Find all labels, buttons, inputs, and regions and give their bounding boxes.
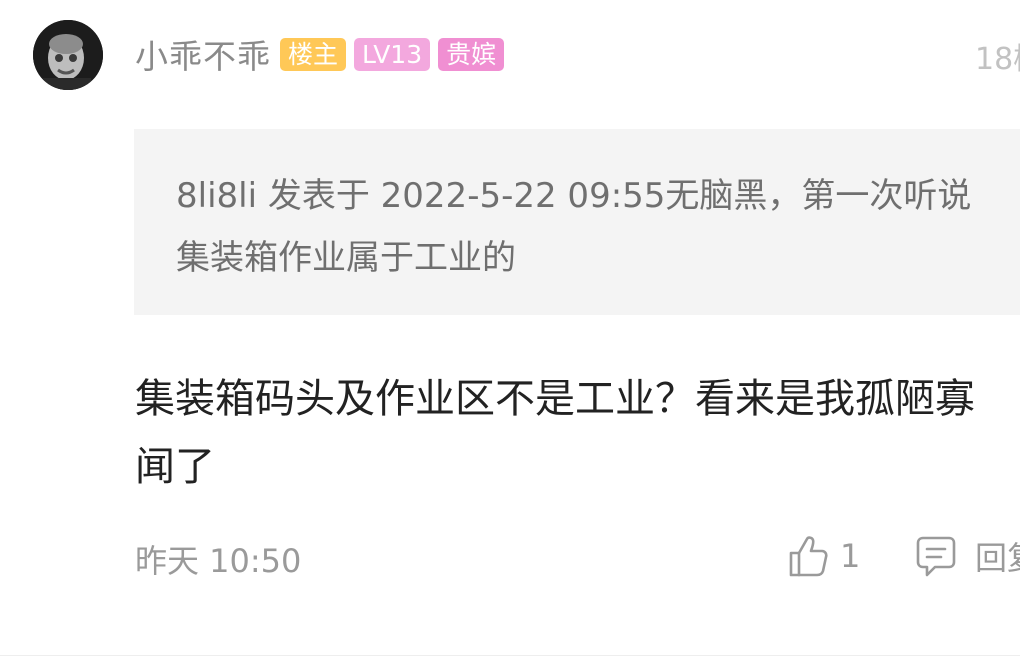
host-badge: 楼主 (280, 37, 347, 71)
post-time: 昨天 10:50 (135, 542, 302, 580)
like-button[interactable]: 1 (788, 532, 860, 580)
comment-icon (916, 536, 956, 577)
quote-block[interactable]: 8li8li 发表于 2022-5-22 09:55无脑黑，第一次听说集装箱作业… (134, 129, 1020, 315)
floor-number: 18楼 (975, 42, 1020, 77)
author-row: 小乖不乖 楼主 LV13 贵嫔 (135, 34, 512, 76)
avatar[interactable] (33, 20, 103, 90)
thumbs-up-icon (789, 536, 828, 577)
title-badge: 贵嫔 (438, 37, 505, 71)
divider (0, 655, 1020, 656)
level-badge: LV13 (354, 37, 431, 71)
quote-text: 8li8li 发表于 2022-5-22 09:55无脑黑，第一次听说集装箱作业… (176, 176, 972, 278)
reply-button[interactable]: 回复 (915, 532, 1020, 580)
reply-label: 回复 (975, 539, 1020, 577)
like-count: 1 (840, 537, 861, 575)
avatar-image (33, 20, 103, 90)
comment-post: 小乖不乖 楼主 LV13 贵嫔 18楼 8li8li 发表于 2022-5-22… (0, 0, 1020, 661)
author-name[interactable]: 小乖不乖 (135, 30, 271, 78)
comment-content: 集装箱码头及作业区不是工业？看来是我孤陋寡闻了 (135, 376, 975, 490)
